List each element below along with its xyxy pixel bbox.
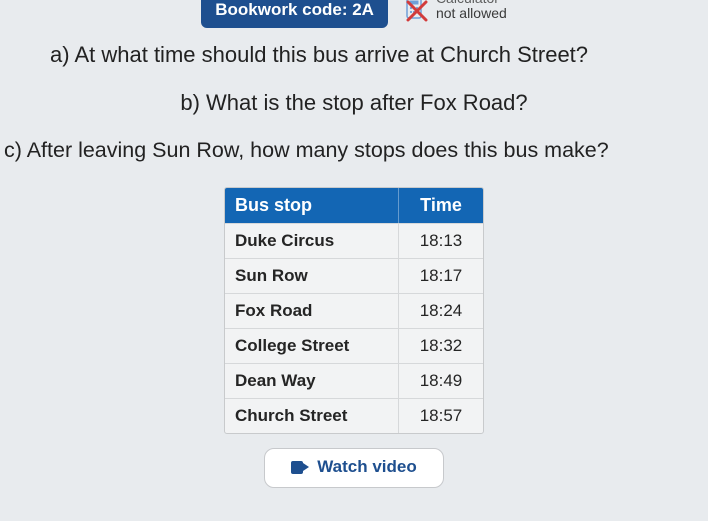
- table-header-row: Bus stop Time: [225, 188, 483, 224]
- watch-video-button[interactable]: Watch video: [264, 448, 444, 488]
- cell-time: 18:24: [399, 294, 483, 328]
- cell-stop: Church Street: [225, 399, 399, 433]
- cell-time: 18:17: [399, 259, 483, 293]
- col-header-stop: Bus stop: [225, 188, 399, 223]
- col-header-time: Time: [399, 188, 483, 223]
- cell-time: 18:49: [399, 364, 483, 398]
- calculator-status: Calculator not allowed: [402, 0, 507, 24]
- table-row: Dean Way 18:49: [225, 364, 483, 399]
- question-b: b) What is the stop after Fox Road?: [0, 90, 708, 116]
- cell-time: 18:13: [399, 224, 483, 258]
- video-camera-icon: [291, 461, 309, 474]
- question-a: a) At what time should this bus arrive a…: [0, 42, 708, 68]
- cell-time: 18:32: [399, 329, 483, 363]
- table-row: Sun Row 18:17: [225, 259, 483, 294]
- bus-timetable: Bus stop Time Duke Circus 18:13 Sun Row …: [224, 187, 484, 434]
- calculator-line1: Calculator: [436, 0, 507, 6]
- cell-stop: Dean Way: [225, 364, 399, 398]
- calculator-not-allowed-icon: [402, 0, 430, 24]
- table-row: College Street 18:32: [225, 329, 483, 364]
- cell-stop: Duke Circus: [225, 224, 399, 258]
- cell-stop: Sun Row: [225, 259, 399, 293]
- table-row: Fox Road 18:24: [225, 294, 483, 329]
- table-row: Church Street 18:57: [225, 399, 483, 433]
- question-list: a) At what time should this bus arrive a…: [0, 42, 708, 163]
- watch-video-label: Watch video: [317, 457, 417, 477]
- calculator-line2: not allowed: [436, 6, 507, 21]
- cell-stop: Fox Road: [225, 294, 399, 328]
- cell-time: 18:57: [399, 399, 483, 433]
- header-row: Bookwork code: 2A Calculator not allowed: [0, 0, 708, 28]
- calculator-status-text: Calculator not allowed: [436, 0, 507, 21]
- cell-stop: College Street: [225, 329, 399, 363]
- bookwork-badge: Bookwork code: 2A: [201, 0, 388, 28]
- question-c: c) After leaving Sun Row, how many stops…: [0, 138, 708, 163]
- table-row: Duke Circus 18:13: [225, 224, 483, 259]
